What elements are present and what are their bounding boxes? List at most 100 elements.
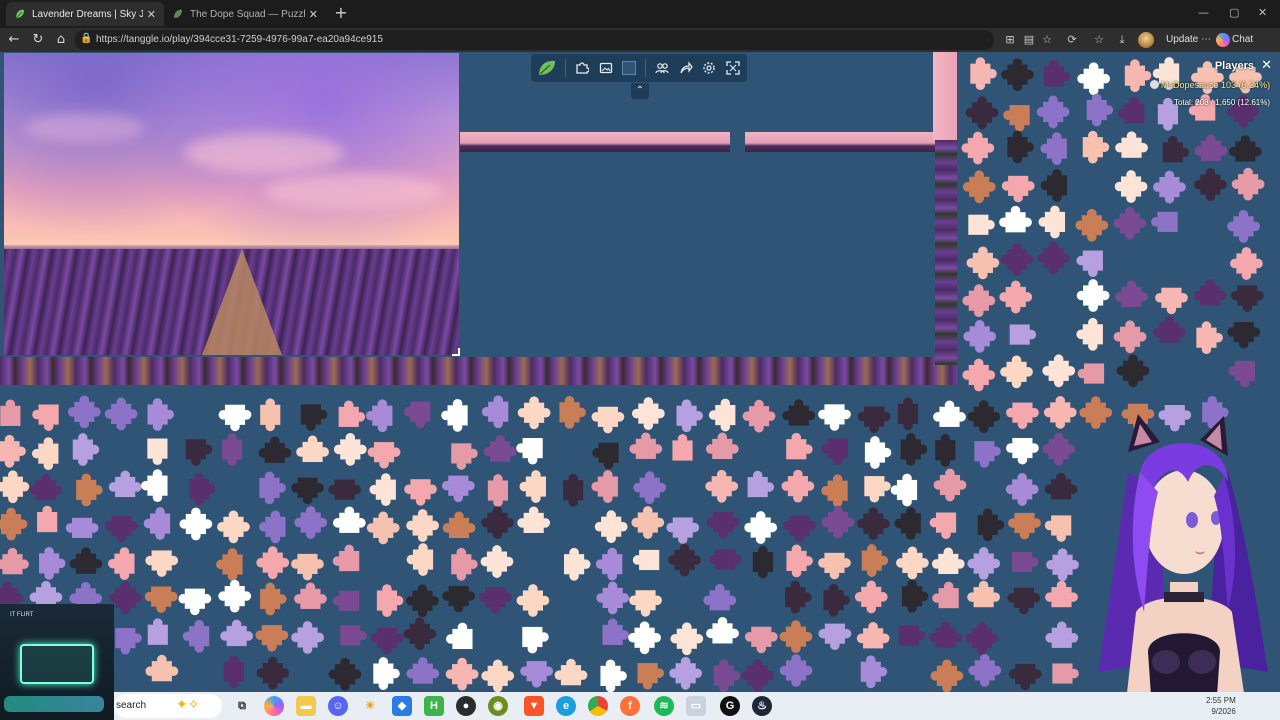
assembled-bottom-edge[interactable]	[0, 357, 957, 385]
puzzle-piece[interactable]	[1040, 132, 1067, 165]
puzzle-piece[interactable]	[442, 511, 476, 539]
puzzle-piece[interactable]	[974, 441, 1001, 468]
puzzle-piece[interactable]	[0, 434, 26, 468]
puzzle-piece[interactable]	[1046, 548, 1079, 582]
puzzle-piece[interactable]	[708, 398, 736, 432]
puzzle-piece[interactable]	[31, 437, 59, 471]
puzzle-piece[interactable]	[1230, 247, 1263, 280]
puzzle-piece[interactable]	[480, 545, 514, 578]
puzzle-piece[interactable]	[864, 476, 891, 503]
puzzle-piece[interactable]	[218, 404, 252, 432]
puzzle-piece[interactable]	[446, 622, 473, 650]
puzzle-piece[interactable]	[564, 547, 591, 581]
reading-view-icon[interactable]: ▤	[1022, 33, 1036, 47]
puzzle-piece[interactable]	[741, 659, 775, 692]
puzzle-piece[interactable]	[481, 506, 514, 540]
puzzle-piece[interactable]	[115, 628, 142, 655]
puzzle-piece[interactable]	[441, 475, 475, 503]
puzzle-piece[interactable]	[516, 584, 550, 617]
app-sun-icon[interactable]: ☀	[360, 696, 380, 716]
puzzle-piece[interactable]	[1151, 211, 1178, 232]
preview-resize-handle[interactable]	[452, 348, 460, 356]
puzzle-piece[interactable]	[1011, 551, 1039, 573]
extensions-icon[interactable]: ⟳	[1065, 33, 1079, 47]
puzzle-piece[interactable]	[294, 582, 327, 609]
puzzle-piece[interactable]	[962, 284, 996, 318]
app-gray-icon[interactable]: ▭	[686, 696, 706, 716]
puzzle-piece[interactable]	[217, 510, 250, 544]
puzzle-piece[interactable]	[144, 586, 178, 613]
firefox-icon[interactable]: f	[620, 696, 640, 716]
puzzle-piece[interactable]	[1076, 317, 1103, 351]
puzzle-piece[interactable]	[968, 654, 1002, 687]
puzzle-piece[interactable]	[32, 404, 59, 431]
puzzle-piece[interactable]	[933, 468, 967, 502]
puzzle-piece[interactable]	[595, 547, 623, 581]
site-info-icon[interactable]: 🔒	[80, 33, 92, 47]
background-color-swatch[interactable]	[619, 57, 639, 79]
assembled-right-edge-top[interactable]	[933, 52, 957, 140]
puzzle-piece[interactable]	[1231, 167, 1265, 201]
puzzle-piece[interactable]	[108, 547, 135, 581]
puzzle-piece[interactable]	[519, 470, 546, 503]
puzzle-piece[interactable]	[1009, 324, 1037, 345]
back-arrow-icon[interactable]: ←	[6, 32, 22, 48]
assembled-right-edge[interactable]	[935, 140, 957, 365]
puzzle-piece[interactable]	[968, 214, 995, 235]
favorites-icon[interactable]: ☆	[1092, 33, 1106, 47]
puzzle-piece[interactable]	[703, 583, 737, 611]
puzzle-piece[interactable]	[963, 319, 997, 353]
puzzle-piece[interactable]	[1044, 515, 1072, 542]
puzzle-piece[interactable]	[376, 584, 404, 617]
puzzle-piece[interactable]	[72, 433, 100, 466]
puzzle-piece[interactable]	[29, 473, 63, 501]
minimize-icon[interactable]: —	[1198, 6, 1209, 19]
tab-dope-squad[interactable]: The Dope Squad — Puzzles ✕	[164, 2, 326, 26]
puzzle-piece[interactable]	[786, 544, 813, 578]
puzzle-piece[interactable]	[1007, 130, 1034, 164]
puzzle-piece[interactable]	[856, 507, 890, 541]
puzzle-piece[interactable]	[0, 399, 21, 426]
puzzle-piece[interactable]	[291, 621, 324, 654]
puzzle-piece[interactable]	[897, 397, 919, 431]
puzzle-piece[interactable]	[1153, 170, 1186, 204]
puzzle-piece[interactable]	[370, 627, 404, 655]
puzzle-piece[interactable]	[1194, 134, 1228, 161]
puzzle-piece[interactable]	[967, 547, 1001, 580]
reload-icon[interactable]: ↻	[30, 32, 46, 48]
puzzle-piece[interactable]	[744, 626, 778, 654]
puzzle-piece[interactable]	[967, 400, 1001, 434]
puzzle-piece[interactable]	[189, 472, 216, 506]
obs-icon[interactable]: ●	[456, 696, 476, 716]
puzzle-piece[interactable]	[1228, 360, 1255, 388]
puzzle-piece[interactable]	[1227, 209, 1260, 243]
puzzle-piece[interactable]	[1114, 170, 1148, 203]
window-close-icon[interactable]: ✕	[1258, 6, 1267, 19]
puzzle-piece[interactable]	[1000, 243, 1034, 276]
puzzle-piece[interactable]	[632, 549, 660, 571]
puzzle-piece[interactable]	[340, 625, 367, 646]
puzzle-piece[interactable]	[481, 395, 509, 429]
puzzle-piece[interactable]	[406, 509, 440, 542]
puzzle-piece[interactable]	[669, 656, 703, 690]
puzzle-piece[interactable]	[670, 622, 704, 656]
puzzle-piece[interactable]	[522, 626, 549, 654]
puzzle-piece[interactable]	[629, 590, 662, 617]
puzzle-piece[interactable]	[218, 579, 252, 613]
puzzle-piece[interactable]	[931, 547, 965, 575]
puzzle-piece[interactable]	[1045, 621, 1079, 648]
puzzle-piece[interactable]	[962, 170, 996, 204]
puzzle-piece[interactable]	[965, 96, 999, 130]
puzzle-piece[interactable]	[857, 406, 891, 433]
puzzle-piece[interactable]	[366, 511, 400, 545]
puzzle-piece[interactable]	[259, 510, 286, 544]
players-icon[interactable]	[652, 57, 672, 79]
puzzle-piece[interactable]	[222, 433, 243, 466]
puzzle-piece[interactable]	[481, 659, 515, 693]
puzzle-piece[interactable]	[708, 549, 742, 570]
app-green-icon[interactable]: ◉	[488, 696, 508, 716]
puzzle-piece[interactable]	[442, 585, 475, 613]
puzzle-piece[interactable]	[291, 477, 325, 505]
puzzle-piece[interactable]	[441, 399, 468, 432]
puzzle-piece[interactable]	[628, 621, 661, 655]
